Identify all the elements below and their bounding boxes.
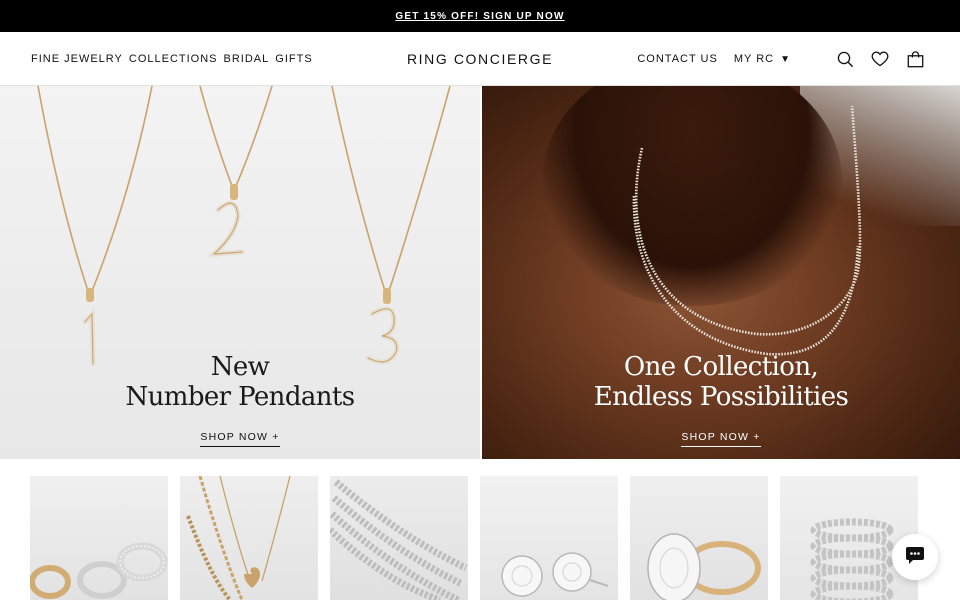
nav-collections[interactable]: COLLECTIONS [129, 53, 218, 65]
hero-left-title-line1: New [210, 352, 270, 382]
promo-bar: GET 15% OFF! SIGN UP NOW [0, 0, 960, 32]
hero-right-title-line2: Endless Possibilities [593, 382, 849, 412]
category-tile-engagement-rings[interactable] [630, 476, 768, 600]
site-logo[interactable]: RING CONCIERGE [407, 51, 553, 67]
search-icon[interactable] [836, 50, 854, 68]
hero-right-title: One Collection, Endless Possibilities [482, 352, 960, 412]
heart-icon[interactable] [871, 50, 889, 68]
chat-icon [903, 543, 927, 572]
nav-gifts[interactable]: GIFTS [275, 53, 312, 65]
hero-tennis-necklace[interactable]: One Collection, Endless Possibilities SH… [482, 86, 960, 459]
hero-right-shop-now-link[interactable]: SHOP NOW + [681, 431, 761, 447]
category-tile-necklaces[interactable] [180, 476, 318, 600]
nav-bridal[interactable]: BRIDAL [224, 53, 270, 65]
hero-left-title-line2: Number Pendants [125, 382, 355, 412]
category-tile-rings-stack[interactable] [30, 476, 168, 600]
site-header: FINE JEWELRY COLLECTIONS BRIDAL GIFTS RI… [0, 32, 960, 86]
nav-fine-jewelry[interactable]: FINE JEWELRY [31, 53, 123, 65]
shopping-bag-icon[interactable] [906, 50, 924, 68]
account-label: MY RC [733, 53, 775, 65]
caret-down-icon: ▼ [780, 53, 791, 65]
product-category-tiles [30, 476, 930, 600]
hero-right-title-line1: One Collection, [623, 352, 819, 382]
category-tile-wedding-bands[interactable] [780, 476, 918, 600]
contact-us-link[interactable]: CONTACT US [637, 53, 718, 65]
hero-left-title: New Number Pendants [0, 352, 480, 412]
hero-number-pendants[interactable]: New Number Pendants SHOP NOW + [0, 86, 480, 459]
utility-nav: CONTACT US MY RC ▼ [637, 32, 924, 86]
hero-left-shop-now-link[interactable]: SHOP NOW + [200, 431, 280, 447]
main-nav: FINE JEWELRY COLLECTIONS BRIDAL GIFTS [31, 32, 313, 86]
promo-signup-link[interactable]: GET 15% OFF! SIGN UP NOW [395, 11, 564, 22]
category-tile-bracelets[interactable] [330, 476, 468, 600]
category-tile-earrings[interactable] [480, 476, 618, 600]
chat-button[interactable] [892, 534, 938, 580]
account-menu[interactable]: MY RC ▼ [734, 53, 791, 65]
